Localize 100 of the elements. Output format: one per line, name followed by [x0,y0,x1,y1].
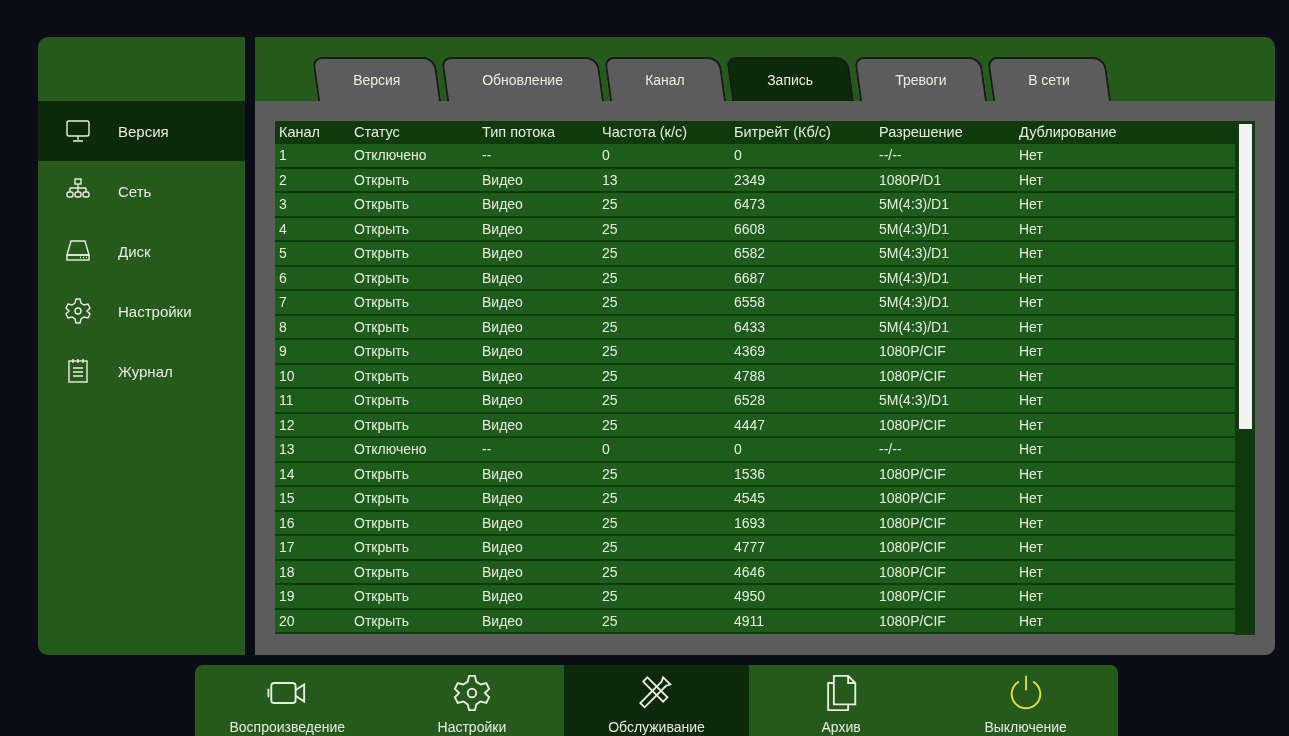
table-cell-text: 8 [278,318,288,335]
table-cell-text: 6528 [733,392,767,409]
table-cell-text: 12 [278,416,296,433]
table-cell-text: Открыть [353,269,410,286]
table-cell-text: 4545 [733,490,767,507]
table-cell-text: 1080P/CIF [878,490,947,507]
sidebar-item[interactable]: Диск [38,221,245,281]
table-cell-text: 1536 [733,465,767,482]
table-cell-text: 6687 [733,269,767,286]
table-cell-text: 5M(4:3)/D1 [878,318,951,335]
table-cell-text: 0 [601,147,611,164]
table-cell-text: 15 [278,490,296,507]
tab[interactable]: В сети [987,57,1111,101]
table-cell-text: 10 [278,367,296,384]
table-cell-text: 4911 [733,612,766,629]
table-cell-text: Нет [1018,612,1044,629]
sidebar-item[interactable]: Настройки [38,281,245,341]
table-cell-text: 2 [278,171,288,188]
table-cell-text: Видео [481,490,524,507]
table-cell-text: 25 [601,539,619,556]
tab[interactable]: Тревоги [853,57,988,101]
table-cell-text: 5M(4:3)/D1 [878,294,951,311]
table-cell-text: Открыть [353,220,410,237]
table-cell-text: Открыть [353,343,410,360]
table-cell-text: Открыть [353,588,410,605]
table-cell-text: -- [481,147,493,164]
table-cell-text: Видео [481,588,524,605]
table-cell-text: 25 [601,490,619,507]
table-cell-text: 5M(4:3)/D1 [878,220,951,237]
table-cell-text: Открыть [353,465,410,482]
scrollbar-thumb[interactable] [1238,124,1252,429]
table-cell-text: 25 [601,588,619,605]
tab[interactable]: Обновление [441,57,605,101]
table-cell-text: Открыть [353,196,410,213]
table-cell-text: Нет [1018,514,1044,531]
table-cell-text: Видео [481,539,524,556]
table-cell-text: 4950 [733,588,767,605]
column-header: Битрейт (Кб/с) [733,123,832,140]
table-cell-text: 1080P/CIF [878,539,947,556]
table-cell-text: Отключено [353,147,428,164]
table-cell-text: 25 [601,269,619,286]
menu-button[interactable]: Выключение [933,665,1118,736]
tab[interactable]: Запись [725,57,854,101]
table-cell-text: Нет [1018,539,1044,556]
sidebar-item[interactable]: Журнал [38,341,245,401]
menu-button[interactable]: Настройки [379,665,565,736]
table-cell-text: Нет [1018,294,1044,311]
table-cell-text: 6582 [733,245,767,262]
table-cell-text: 1080P/CIF [878,416,947,433]
menu-button[interactable]: Архив [748,665,934,736]
table-cell-text: 13 [601,171,619,188]
column-header: Тип потока [481,123,557,140]
table-cell-text: Отключено [353,441,428,458]
table-cell-text: 1080P/CIF [878,465,947,482]
table-cell-text: Открыть [353,563,410,580]
tab[interactable]: Канал [604,57,726,101]
table-cell-text: 18 [278,563,296,580]
sidebar-item[interactable]: Сеть [38,161,245,221]
column-header: Разрешение [878,123,964,140]
table-cell-text: 6433 [733,318,767,335]
table-cell-text: Видео [481,392,524,409]
table-cell-text: Видео [481,245,524,262]
table-cell-text: 1080P/CIF [878,588,947,605]
sidebar-item[interactable]: Версия [38,101,245,161]
table-cell-text: 6 [278,269,288,286]
table-cell-text: 5M(4:3)/D1 [878,196,951,213]
menu-button[interactable]: Воспроизведение [195,665,380,736]
table-cell-text: Видео [481,294,524,311]
table-cell-text: 20 [278,612,296,629]
table-cell-text: Видео [481,171,524,188]
table-cell-text: 25 [601,196,619,213]
table-cell-text: 0 [733,147,743,164]
table-cell-text: 6608 [733,220,767,237]
table-cell-text: 6473 [733,196,767,213]
table-cell-text: -- [481,441,493,458]
table-cell-text: Нет [1018,465,1044,482]
table-cell-text: 25 [601,563,619,580]
menu-button[interactable]: Обслуживание [564,665,749,736]
table-cell-text: Видео [481,465,524,482]
table-cell-text: 25 [601,465,619,482]
table-cell-text: Нет [1018,343,1044,360]
table-cell-text: 4369 [733,343,767,360]
table-cell-text: Нет [1018,220,1044,237]
table-cell-text: Видео [481,416,524,433]
table-cell-text: 1080P/CIF [878,514,947,531]
table-cell-text: Нет [1018,367,1044,384]
monitor-icon [64,117,92,145]
table-cell-text: 4777 [733,539,767,556]
tab[interactable]: Версия [311,57,442,101]
table-cell-text: Видео [481,563,524,580]
table-cell-text: Видео [481,269,524,286]
table-cell-text: 4 [278,220,288,237]
table-cell-text: Нет [1018,490,1044,507]
table-cell-text: Нет [1018,392,1044,409]
table-cell-text: Видео [481,196,524,213]
table-cell-text: Видео [481,318,524,335]
table-cell-text: 25 [601,318,619,335]
table-cell-text: 1080P/CIF [878,343,947,360]
table-cell-text: 2349 [733,171,767,188]
scrollbar[interactable] [1235,121,1255,635]
